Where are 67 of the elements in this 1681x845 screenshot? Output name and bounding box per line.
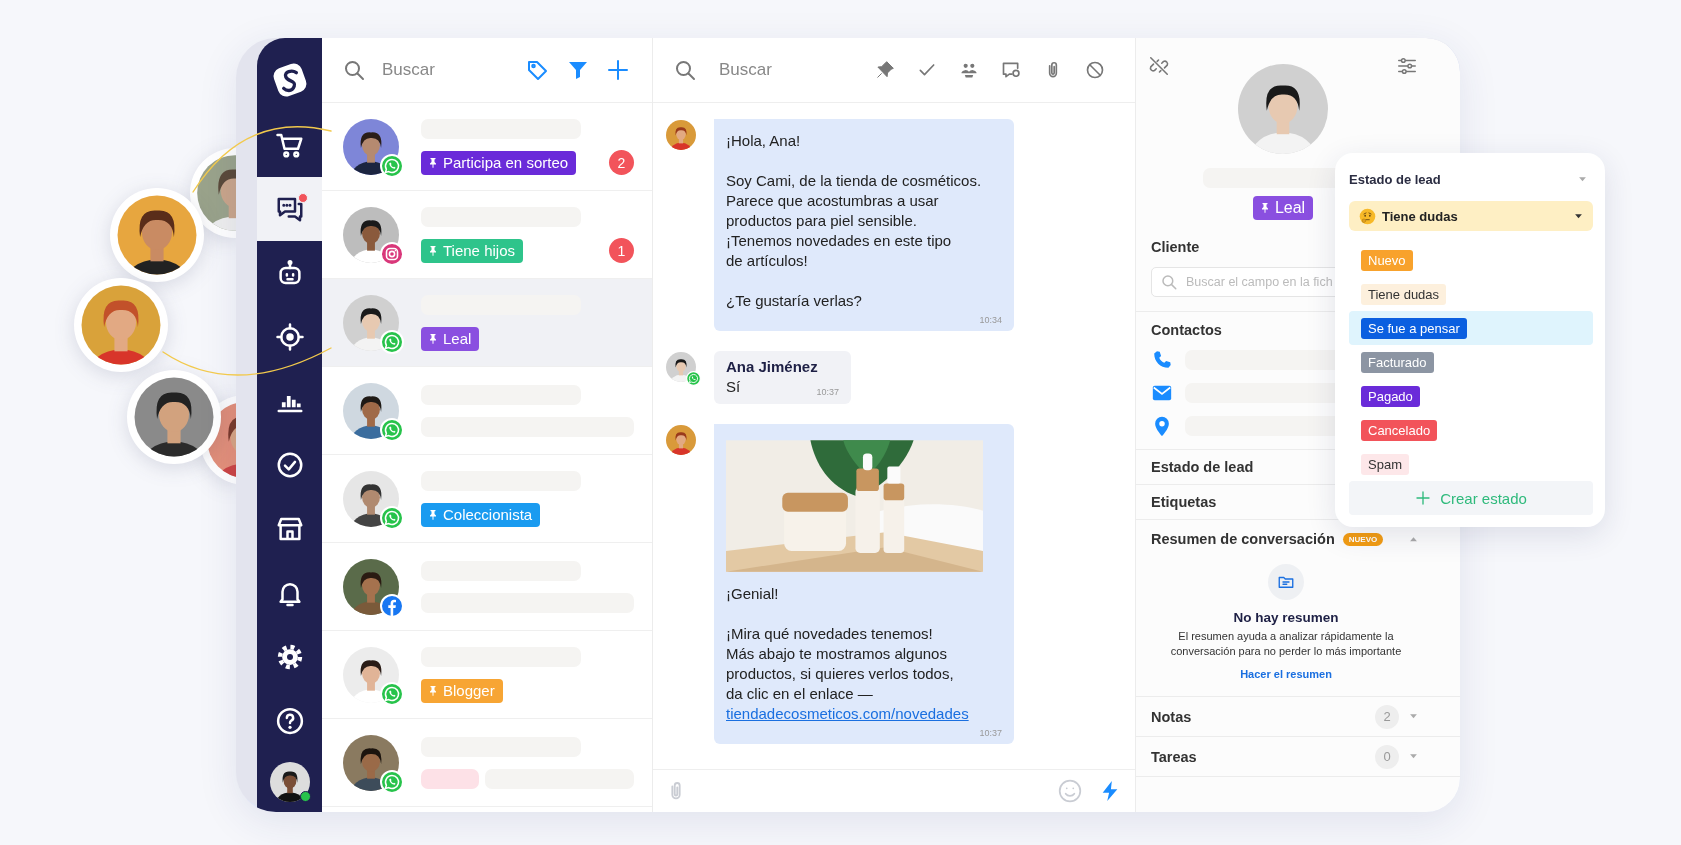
pin-icon xyxy=(427,156,439,169)
section-title: Resumen de conversación xyxy=(1151,531,1335,547)
message-text: ¡Hola, Ana! Soy Cami, de la tienda de cosméticos. Parece que acostumbras a usar productos para piel sensible. ¡Tenemos novedades en este tipo de artículos! ¿Te gustaría verlas? xyxy=(726,131,983,311)
tag-text: Tiene hijos xyxy=(443,242,515,259)
option-row[interactable]: Se fue a pensar xyxy=(1349,311,1593,345)
target-icon[interactable] xyxy=(274,322,305,352)
caret-icon[interactable] xyxy=(1574,211,1583,221)
plus-icon[interactable] xyxy=(606,58,630,82)
tag-text: Blogger xyxy=(443,682,495,699)
empty-text: El resumen ayuda a analizar rápidamente la conversación para no perder lo más importante xyxy=(1170,629,1402,659)
message-text: ¡Genial! ¡Mira qué novedades tenemos! Más abajo te mostramos algunos productos, si quieres verlos todos, da clic en el enlace — xyxy=(726,584,955,704)
status-option[interactable]: Facturado xyxy=(1361,351,1434,373)
count: 2 xyxy=(1375,704,1399,729)
message-time: 10:37 xyxy=(978,728,1002,738)
section-title: Contactos xyxy=(1151,322,1222,338)
search-field[interactable]: Buscar xyxy=(719,56,853,84)
nav-button[interactable] xyxy=(257,177,322,241)
search-icon xyxy=(342,58,366,82)
help-icon[interactable] xyxy=(274,706,305,736)
unread-count: 1 xyxy=(609,238,634,263)
pin-icon xyxy=(427,332,439,345)
chat-bubble-icon[interactable] xyxy=(1001,60,1021,80)
status-option[interactable]: Spam xyxy=(1361,453,1409,475)
unread-count: 2 xyxy=(609,150,634,175)
message-time: 10:34 xyxy=(978,315,1002,325)
tag-text: Participa en sorteo xyxy=(443,154,569,171)
tag-text: Leal xyxy=(443,330,472,347)
tag-text: Leal xyxy=(1274,199,1306,217)
sender-name: Ana Jiménez xyxy=(726,358,819,375)
link[interactable]: tiendadecosmeticos.com/novedades xyxy=(726,704,1002,724)
conversation-item[interactable]: Coleccionista xyxy=(322,455,652,543)
status-option[interactable]: Tiene dudas xyxy=(1361,283,1447,305)
search-field[interactable]: Buscar xyxy=(382,56,510,84)
link[interactable]: Hacer el resumen xyxy=(1240,668,1332,680)
section-title: Cliente xyxy=(1151,239,1200,255)
section-title: Etiquetas xyxy=(1151,494,1217,510)
placeholder-text: Buscar el campo en la fich xyxy=(1186,275,1333,289)
status-option[interactable]: Cancelado xyxy=(1361,419,1438,441)
status-option[interactable]: Pagado xyxy=(1361,385,1420,407)
section-title: Estado de lead xyxy=(1151,459,1254,475)
search-icon xyxy=(1160,273,1178,291)
status-option[interactable]: Se fue a pensar xyxy=(1361,317,1467,339)
message-text: Sí xyxy=(726,377,742,397)
section-title: Notas xyxy=(1151,708,1192,725)
status-select[interactable]: Tiene dudas xyxy=(1349,201,1593,231)
section-title: Tareas xyxy=(1151,748,1197,765)
pin-icon xyxy=(427,508,439,521)
sliders-icon[interactable] xyxy=(1396,55,1418,77)
unlink-icon[interactable] xyxy=(1148,55,1170,77)
emoji-icon xyxy=(1359,207,1376,225)
count: 0 xyxy=(1375,744,1399,769)
search-icon xyxy=(673,58,697,82)
pin-icon xyxy=(427,684,439,697)
message-time: 10:37 xyxy=(816,387,839,397)
conversation-item[interactable]: Participa en sorteo 2 xyxy=(322,103,652,191)
block-icon[interactable] xyxy=(1085,60,1105,80)
pin-icon xyxy=(427,244,439,257)
phone-icon xyxy=(1151,349,1173,371)
menu-title: Estado de lead xyxy=(1349,171,1441,187)
new-badge: NUEVO xyxy=(1342,532,1384,546)
tag-icon[interactable] xyxy=(526,58,550,82)
pin-icon[interactable] xyxy=(875,60,895,80)
folder-icon xyxy=(1268,564,1304,600)
tag-text: Coleccionista xyxy=(443,506,533,523)
conversation-item[interactable]: Tiene hijos 1 xyxy=(322,191,652,279)
empty-title: No hay resumen xyxy=(1233,610,1339,625)
plus-icon xyxy=(1415,490,1432,506)
